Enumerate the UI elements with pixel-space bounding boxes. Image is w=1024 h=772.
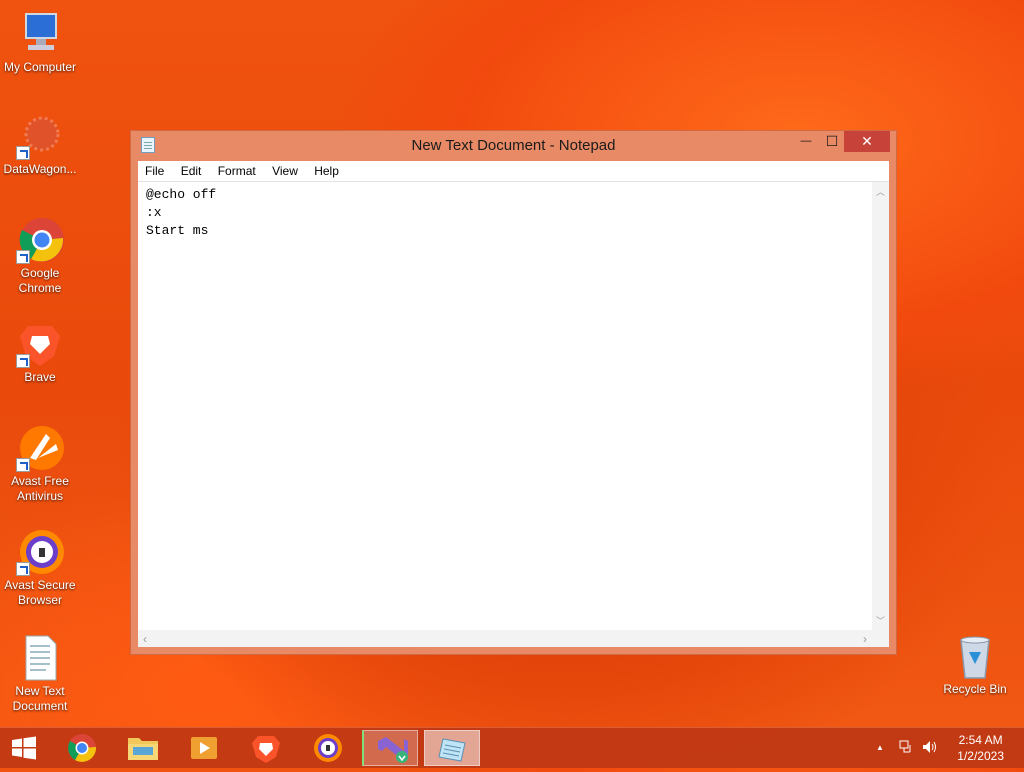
editor-content[interactable]: @echo off :x Start ms xyxy=(146,186,216,240)
start-button[interactable] xyxy=(0,730,48,766)
text-file-icon xyxy=(16,634,64,682)
desktop-icon-new-text-document[interactable]: New Text Document xyxy=(0,634,80,714)
taskbar-visual-studio-installer[interactable] xyxy=(362,730,418,766)
desktop-icon-label: My Computer xyxy=(3,60,77,74)
desktop-icon-avast-secure-browser[interactable]: Avast Secure Browser xyxy=(0,528,80,608)
windows-logo-icon xyxy=(12,736,36,760)
menu-edit[interactable]: Edit xyxy=(174,161,208,178)
avast-secure-browser-icon xyxy=(314,734,342,762)
menu-help[interactable]: Help xyxy=(307,161,345,178)
taskbar-brave[interactable] xyxy=(238,730,294,766)
scroll-right-arrow-icon[interactable]: › xyxy=(863,632,867,646)
avast-icon xyxy=(16,424,64,472)
close-button[interactable]: ✕ xyxy=(844,131,890,152)
scroll-down-arrow-icon[interactable]: ﹀ xyxy=(876,614,885,627)
taskbar-avast-secure-browser[interactable] xyxy=(300,730,356,766)
notepad-window: New Text Document - Notepad — ☐ ✕ File E… xyxy=(130,130,897,655)
shortcut-arrow-icon xyxy=(16,562,30,576)
title-bar[interactable]: New Text Document - Notepad — ☐ ✕ xyxy=(131,131,896,161)
desktop-icon-label: Brave xyxy=(24,370,56,384)
shortcut-arrow-icon xyxy=(16,250,30,264)
desktop-icon-label: Avast Free Antivirus xyxy=(11,474,69,503)
vertical-scrollbar[interactable]: ︿ ﹀ xyxy=(872,182,889,630)
desktop-icon-label: New Text Document xyxy=(12,684,68,713)
horizontal-scrollbar[interactable]: ‹ › xyxy=(138,630,872,647)
taskbar-file-explorer[interactable] xyxy=(115,730,171,766)
taskbar-chrome[interactable] xyxy=(54,730,110,766)
folder-icon xyxy=(128,738,158,760)
scroll-left-arrow-icon[interactable]: ‹ xyxy=(143,632,147,646)
menu-bar: File Edit Format View Help xyxy=(138,161,889,182)
desktop-icon-brave[interactable]: Brave xyxy=(0,320,80,385)
taskbar-media-player[interactable] xyxy=(176,730,232,766)
volume-icon[interactable] xyxy=(921,739,939,758)
menu-format[interactable]: Format xyxy=(211,161,262,178)
media-player-icon xyxy=(191,737,217,759)
minimize-button[interactable]: — xyxy=(792,131,820,152)
computer-icon xyxy=(16,10,64,58)
brave-lion-icon xyxy=(252,736,280,763)
desktop-icon-label: Avast Secure Browser xyxy=(4,578,76,607)
size-grip[interactable] xyxy=(872,630,889,647)
menu-file[interactable]: File xyxy=(138,161,170,178)
window-title: New Text Document - Notepad xyxy=(411,137,616,154)
datawagon-icon xyxy=(16,112,64,160)
network-icon[interactable] xyxy=(898,739,914,758)
show-hidden-icons-button[interactable]: ▲ xyxy=(876,743,884,752)
taskbar: ▲ 2:54 AM 1/2/2023 xyxy=(0,727,1024,768)
maximize-button[interactable]: ☐ xyxy=(818,131,846,152)
avast-secure-browser-icon xyxy=(16,528,64,576)
taskbar-notepad[interactable] xyxy=(424,730,480,766)
recycle-bin-icon xyxy=(951,632,999,680)
clock-time: 2:54 AM xyxy=(958,733,1003,747)
desktop-icon-avast-free-antivirus[interactable]: Avast Free Antivirus xyxy=(0,424,80,504)
desktop-icon-label: DataWagon... xyxy=(3,162,77,176)
notepad-icon xyxy=(438,738,466,762)
menu-view[interactable]: View xyxy=(265,161,304,178)
shortcut-arrow-icon xyxy=(16,458,30,472)
chrome-icon xyxy=(68,734,97,762)
scroll-up-arrow-icon[interactable]: ︿ xyxy=(876,185,885,198)
desktop-icon-datawagon[interactable]: DataWagon... xyxy=(0,112,80,177)
desktop-icon-google-chrome[interactable]: Google Chrome xyxy=(0,216,80,296)
chrome-icon xyxy=(16,216,64,264)
brave-lion-icon xyxy=(16,320,64,368)
desktop-icon-label: Google Chrome xyxy=(18,266,62,295)
shortcut-arrow-icon xyxy=(16,354,30,368)
clock[interactable]: 2:54 AM 1/2/2023 xyxy=(957,732,1004,764)
clock-date: 1/2/2023 xyxy=(957,749,1004,763)
desktop-icon-my-computer[interactable]: My Computer xyxy=(0,10,80,75)
text-editor[interactable]: @echo off :x Start ms ︿ ﹀ ‹ › xyxy=(138,182,889,647)
desktop-icon-label: Recycle Bin xyxy=(943,682,1007,696)
visual-studio-installer-icon xyxy=(378,737,408,763)
desktop-icon-recycle-bin[interactable]: Recycle Bin xyxy=(935,632,1015,697)
shortcut-arrow-icon xyxy=(16,146,30,160)
